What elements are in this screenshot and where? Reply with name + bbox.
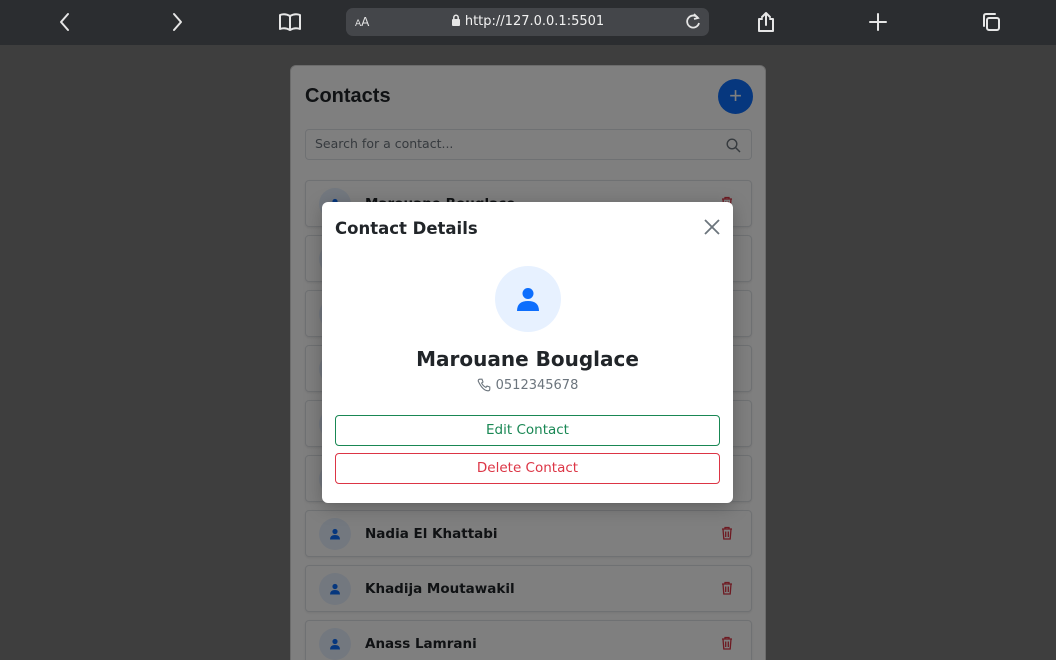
contact-name: Marouane Bouglace [416,347,639,371]
forward-button[interactable] [162,8,192,36]
chevron-right-icon [173,13,182,31]
url-text: http://127.0.0.1:5501 [464,14,605,29]
phone-icon [477,378,490,392]
address-bar[interactable]: AA http://127.0.0.1:5501 [346,8,709,36]
edit-contact-button[interactable]: Edit Contact [335,415,720,446]
share-button[interactable] [751,8,781,36]
user-icon [517,288,539,311]
chevron-left-icon [60,13,69,31]
bookmarks-button[interactable] [275,8,305,36]
avatar [495,266,561,332]
contact-details-modal: Contact Details Marouane Bouglace 051234… [322,202,733,503]
back-button[interactable] [50,8,80,36]
new-tab-button[interactable] [863,8,893,36]
reload-icon[interactable] [683,12,703,32]
contact-phone: 0512345678 [322,378,733,393]
modal-title: Contact Details [335,219,478,238]
browser-toolbar: AA http://127.0.0.1:5501 [0,0,1056,45]
delete-contact-button[interactable]: Delete Contact [335,453,720,484]
close-icon[interactable] [703,218,721,236]
share-icon [758,12,774,32]
lock-icon [451,14,460,26]
phone-number: 0512345678 [495,378,579,393]
plus-icon [869,13,887,31]
tabs-overview-button[interactable] [976,8,1006,36]
book-icon [279,13,301,31]
tabs-icon [983,13,1000,31]
